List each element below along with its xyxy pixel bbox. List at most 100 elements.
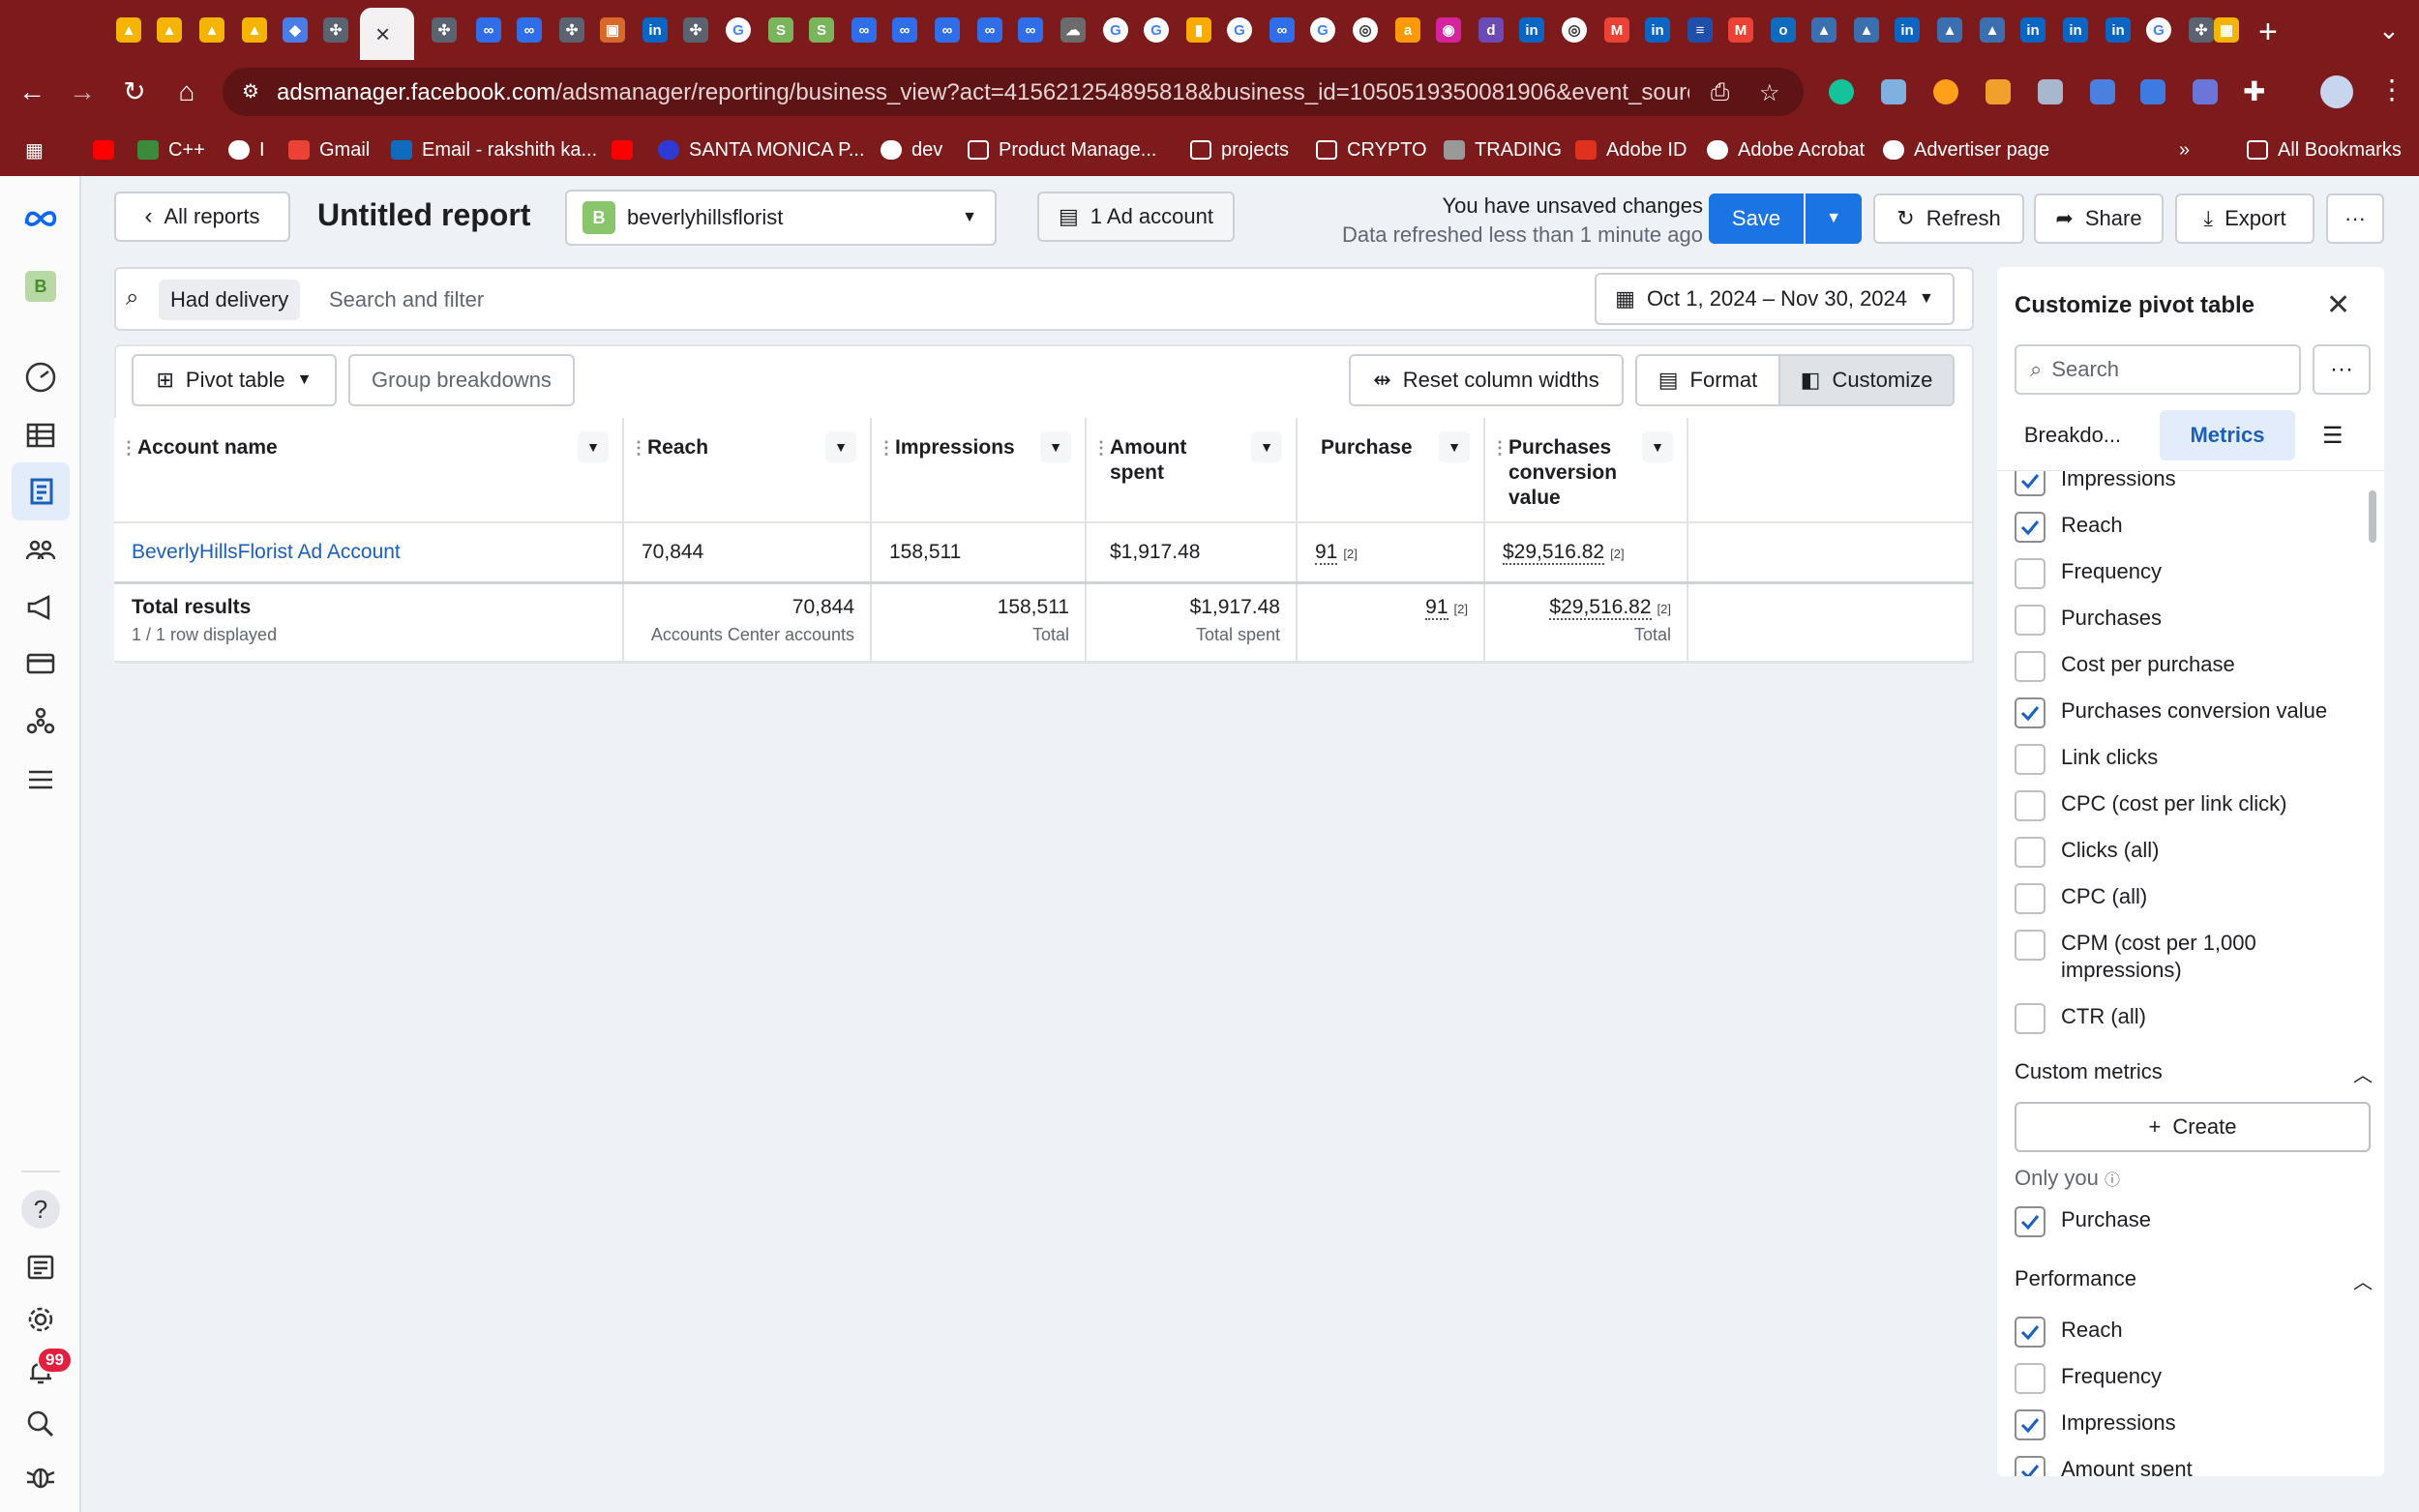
total-purchase[interactable]: 91 [1425,595,1448,620]
purchase-value[interactable]: 91 [1315,541,1338,565]
refresh-button[interactable]: ↻ Refresh [1873,193,2024,244]
tab-google-icon[interactable]: G [1310,17,1335,43]
format-button[interactable]: ▤ Format [1635,354,1780,406]
search-filter-placeholder[interactable]: Search and filter [329,287,484,312]
profile-avatar[interactable] [2320,75,2353,108]
ad-account-button[interactable]: ▤ 1 Ad account [1037,192,1235,242]
tab-ads-manager-icon[interactable]: ✣ [323,17,348,43]
bookmark-item[interactable]: Email - rakshith ka... [391,137,597,163]
column-menu-icon[interactable]: ▼ [1642,431,1673,462]
tab-meta-icon[interactable]: ∞ [1269,17,1295,43]
tab-metrics[interactable]: Metrics [2160,410,2295,460]
extension-icon[interactable] [1881,79,1906,104]
metric-checkbox-row[interactable]: Impressions [2015,471,2344,496]
browser-menu-icon[interactable]: ⋮ [2378,74,2405,105]
scrollbar-thumb[interactable] [2369,490,2376,543]
tab-d-icon[interactable]: d [1478,17,1504,43]
metric-checkbox-row[interactable]: Purchases conversion value [2015,697,2344,728]
conversion-value[interactable]: $29,516.82 [1503,541,1605,565]
checkbox-unchecked[interactable] [2015,837,2046,868]
column-menu-icon[interactable]: ▼ [1251,431,1282,462]
tab-linkedin-icon[interactable]: in [1519,17,1544,43]
bookmark-item[interactable]: Adobe ID [1575,137,1687,163]
checkbox-unchecked[interactable] [2015,930,2046,961]
tab-linkedin-icon[interactable]: in [1645,17,1670,43]
tab-ads-manager-icon[interactable]: ✣ [2189,17,2214,43]
customize-button[interactable]: ◧ Customize [1778,354,1955,406]
metric-checkbox-row[interactable]: CPC (all) [2015,883,2344,914]
tab-ads-icon[interactable]: ◆ [283,17,308,43]
save-button[interactable]: Save [1709,193,1804,244]
bookmark-item[interactable]: SANTA MONICA P... [658,137,865,163]
campaigns-table-icon[interactable] [21,416,60,455]
tab-meta-icon[interactable]: ∞ [977,17,1002,43]
metric-checkbox-row[interactable]: Frequency [2015,558,2344,589]
tab-meta-icon[interactable]: ∞ [935,17,960,43]
tab-ads-manager-icon[interactable]: ✣ [683,17,708,43]
tab-chrome-icon[interactable]: ◎ [1353,17,1378,43]
tab-flag-icon[interactable]: ≡ [1687,17,1713,43]
more-options-button[interactable]: ··· [2313,344,2371,395]
custom-metrics-section[interactable]: Custom metrics ︿ [2015,1059,2373,1087]
tab-close-icon[interactable]: × [375,19,390,49]
tab-gmail-icon[interactable]: M [1728,17,1753,43]
billing-card-icon[interactable] [21,644,60,683]
checkbox-unchecked[interactable] [2015,790,2046,821]
bug-report-icon[interactable] [21,1457,60,1496]
back-arrow-icon[interactable]: ← [14,74,50,110]
tab-meta-icon[interactable]: ∞ [851,17,877,43]
bookmark-youtube-icon[interactable] [93,137,114,163]
tab-search-chevron-icon[interactable]: ⌄ [2378,15,2400,45]
account-avatar[interactable]: B [21,267,60,306]
metric-checkbox-row[interactable]: Reach [2015,1317,2344,1348]
metric-checkbox-row[interactable]: Frequency [2015,1363,2344,1394]
shield-extension-icon[interactable] [2038,79,2063,104]
grammarly-extension-icon[interactable] [1829,79,1854,104]
tab-meta-icon[interactable]: ∞ [517,17,542,43]
forward-arrow-icon[interactable]: → [64,74,101,110]
account-name-link[interactable]: BeverlyHillsFlorist Ad Account [132,541,401,563]
sort-icon[interactable]: ☰ [2322,422,2344,450]
column-header[interactable]: ⋮ Impressions ▼ [871,418,1087,523]
export-button[interactable]: ⤓ Export [2175,193,2314,244]
checkbox-unchecked[interactable] [2015,651,2046,682]
checkbox-checked[interactable] [2015,697,2046,728]
tab-meta-icon[interactable]: ∞ [1018,17,1043,43]
metric-checkbox-row[interactable]: Purchases [2015,605,2344,636]
tab-analytics-icon[interactable]: ▮ [1186,17,1211,43]
tab-linkedin-icon[interactable]: in [1895,17,1920,43]
new-tab-icon[interactable]: + [2258,14,2278,51]
tab-outlook-icon[interactable]: o [1771,17,1796,43]
metric-checkbox-row[interactable]: Impressions [2015,1409,2344,1440]
tab-amazon-icon[interactable]: a [1395,17,1420,43]
all-tools-menu-icon[interactable] [21,760,60,799]
bookmark-folder[interactable]: All Bookmarks [2247,137,2402,163]
reports-icon[interactable] [12,462,70,520]
drag-handle-icon[interactable]: ⋮ [878,435,895,460]
home-icon[interactable]: ⌂ [168,74,205,110]
bookmark-youtube-icon[interactable] [612,137,633,163]
dashboard-gauge-icon[interactable] [21,358,60,397]
chevron-up-icon[interactable]: ︿ [2353,1059,2373,1087]
settings-gear-icon[interactable] [21,1300,60,1339]
tab-google-icon[interactable]: G [2146,17,2171,43]
bookmark-item[interactable]: Gmail [288,137,370,163]
save-options-button[interactable]: ▼ [1806,193,1862,244]
tab-google-icon[interactable]: G [726,17,751,43]
metric-checkbox-row[interactable]: CPM (cost per 1,000 impressions) [2015,930,2344,984]
checkbox-unchecked[interactable] [2015,744,2046,775]
tab-app-icon[interactable]: ▣ [600,17,625,43]
metrics-search-input[interactable]: ⌕ Search [2015,344,2301,395]
tab-app-icon[interactable]: ▲ [1937,17,1962,43]
bookmark-item[interactable]: Adobe Acrobat [1707,137,1865,163]
info-icon[interactable]: ⓘ [2105,1172,2120,1189]
checkbox-unchecked[interactable] [2015,1363,2046,1394]
tab-linkedin-icon[interactable]: in [642,17,668,43]
install-app-icon[interactable]: ⎙ [1711,79,1729,106]
active-tab[interactable]: × [360,8,414,60]
bookmark-folder[interactable]: CRYPTO [1316,137,1427,163]
bookmark-item[interactable]: Advertiser page [1883,137,2049,163]
column-menu-icon[interactable]: ▼ [578,431,609,462]
tab-linkedin-icon[interactable]: in [2105,17,2131,43]
column-menu-icon[interactable]: ▼ [1040,431,1071,462]
